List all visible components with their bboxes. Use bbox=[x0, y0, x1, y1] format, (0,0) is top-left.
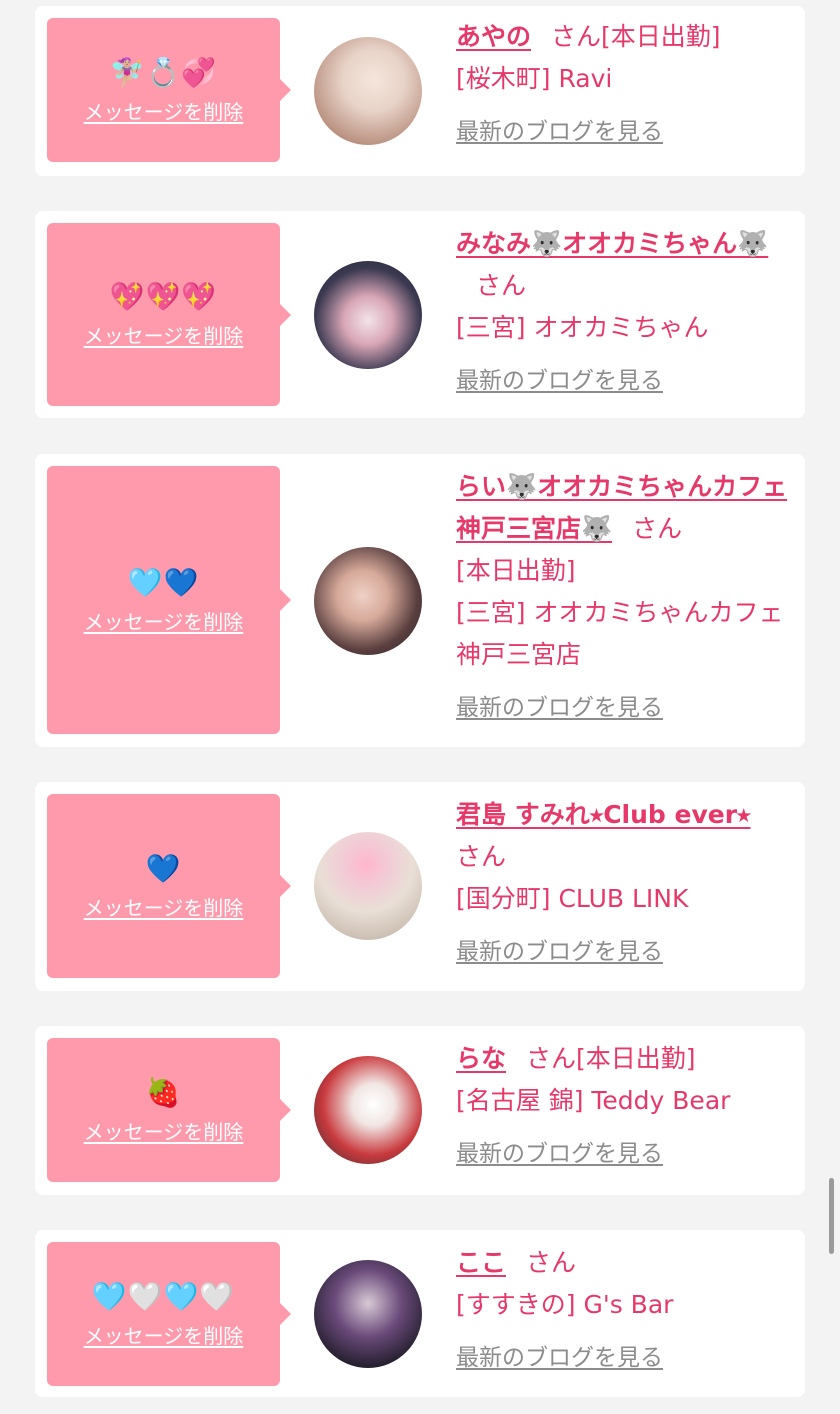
attendance-status: [本日出勤] bbox=[601, 22, 721, 51]
honorific: さん bbox=[476, 271, 527, 300]
message-emoji: 🍓 bbox=[145, 1075, 182, 1109]
delete-message-link[interactable]: メッセージを削除 bbox=[84, 1116, 244, 1145]
message-bubble: 🧚🏼‍♀️💍💞 メッセージを削除 bbox=[47, 18, 291, 162]
message-bubble: 💙 メッセージを削除 bbox=[47, 794, 291, 978]
cast-name-link[interactable]: あやの bbox=[456, 22, 531, 51]
attendance-status: [本日出勤] bbox=[576, 1044, 696, 1073]
message-emoji: 🩵🤍🩵🤍 bbox=[91, 1279, 236, 1313]
cast-info: あやの さん[本日出勤] [桜木町] Ravi 最新のブログを見る bbox=[456, 16, 796, 146]
message-bubble: 🩵🤍🩵🤍 メッセージを削除 bbox=[47, 1242, 291, 1386]
shop-name: [三宮] オオカミちゃんカフェ神戸三宮店 bbox=[456, 598, 784, 669]
honorific: さん bbox=[526, 1248, 577, 1277]
shop-name: [すすきの] G's Bar bbox=[456, 1290, 674, 1319]
cast-name-link[interactable]: ここ bbox=[456, 1248, 506, 1277]
shop-name: [名古屋 錦] Teddy Bear bbox=[456, 1086, 731, 1115]
latest-blog-link[interactable]: 最新のブログを見る bbox=[456, 112, 663, 146]
vertical-scrollbar[interactable] bbox=[829, 1178, 834, 1254]
cast-name-link[interactable]: らな bbox=[456, 1044, 506, 1073]
shop-name: [三宮] オオカミちゃん bbox=[456, 313, 709, 342]
cast-info: ここ さん [すすきの] G's Bar 最新のブログを見る bbox=[456, 1242, 796, 1372]
delete-message-link[interactable]: メッセージを削除 bbox=[84, 1320, 244, 1349]
message-card: 🩵💙 メッセージを削除 らい🐺オオカミちゃんカフェ神戸三宮店🐺 さん [本日出勤]… bbox=[35, 454, 805, 747]
avatar[interactable] bbox=[314, 832, 422, 940]
latest-blog-link[interactable]: 最新のブログを見る bbox=[456, 361, 663, 395]
delete-message-link[interactable]: メッセージを削除 bbox=[84, 892, 244, 921]
attendance-status: [本日出勤] bbox=[456, 556, 576, 585]
message-card: 🩵🤍🩵🤍 メッセージを削除 ここ さん [すすきの] G's Bar 最新のブログ… bbox=[35, 1230, 805, 1397]
message-card: 🍓 メッセージを削除 らな さん[本日出勤] [名古屋 錦] Teddy Bear… bbox=[35, 1026, 805, 1195]
latest-blog-link[interactable]: 最新のブログを見る bbox=[456, 932, 663, 966]
cast-name-link[interactable]: 君島 すみれ⭑Club ever⭑ bbox=[456, 800, 751, 829]
cast-info: みなみ🐺オオカミちゃん🐺 さん [三宮] オオカミちゃん 最新のブログを見る bbox=[456, 223, 796, 395]
honorific: さん bbox=[632, 514, 683, 543]
cast-name-link[interactable]: みなみ🐺オオカミちゃん🐺 bbox=[456, 229, 768, 258]
message-emoji: 🧚🏼‍♀️💍💞 bbox=[109, 55, 218, 89]
message-emoji: 💖💖💖 bbox=[109, 280, 218, 313]
latest-blog-link[interactable]: 最新のブログを見る bbox=[456, 1134, 663, 1168]
delete-message-link[interactable]: メッセージを削除 bbox=[84, 606, 244, 635]
latest-blog-link[interactable]: 最新のブログを見る bbox=[456, 688, 663, 722]
cast-info: らい🐺オオカミちゃんカフェ神戸三宮店🐺 さん [本日出勤] [三宮] オオカミちゃ… bbox=[456, 466, 796, 722]
message-emoji: 🩵💙 bbox=[127, 565, 200, 599]
cast-info: らな さん[本日出勤] [名古屋 錦] Teddy Bear 最新のブログを見る bbox=[456, 1038, 796, 1168]
message-card: 💖💖💖 メッセージを削除 みなみ🐺オオカミちゃん🐺 さん [三宮] オオカミちゃん… bbox=[35, 211, 805, 418]
message-emoji: 💙 bbox=[145, 851, 182, 885]
message-card: 🧚🏼‍♀️💍💞 メッセージを削除 あやの さん[本日出勤] [桜木町] Ravi … bbox=[35, 6, 805, 176]
shop-name: [桜木町] Ravi bbox=[456, 64, 613, 93]
delete-message-link[interactable]: メッセージを削除 bbox=[84, 320, 244, 349]
message-bubble: 💖💖💖 メッセージを削除 bbox=[47, 223, 291, 406]
message-bubble: 🩵💙 メッセージを削除 bbox=[47, 466, 291, 734]
cast-info: 君島 すみれ⭑Club ever⭑ さん [国分町] CLUB LINK 最新の… bbox=[456, 794, 796, 966]
avatar[interactable] bbox=[314, 547, 422, 655]
cast-name-link[interactable]: らい🐺オオカミちゃんカフェ神戸三宮店🐺 bbox=[456, 472, 787, 543]
honorific: さん bbox=[456, 842, 507, 871]
shop-name: [国分町] CLUB LINK bbox=[456, 884, 689, 913]
avatar[interactable] bbox=[314, 37, 422, 145]
latest-blog-link[interactable]: 最新のブログを見る bbox=[456, 1338, 663, 1372]
message-bubble: 🍓 メッセージを削除 bbox=[47, 1038, 291, 1182]
honorific: さん bbox=[526, 1044, 577, 1073]
avatar[interactable] bbox=[314, 1056, 422, 1164]
message-card: 💙 メッセージを削除 君島 すみれ⭑Club ever⭑ さん [国分町] CL… bbox=[35, 782, 805, 991]
avatar[interactable] bbox=[314, 261, 422, 369]
delete-message-link[interactable]: メッセージを削除 bbox=[84, 96, 244, 125]
honorific: さん bbox=[551, 22, 602, 51]
avatar[interactable] bbox=[314, 1260, 422, 1368]
